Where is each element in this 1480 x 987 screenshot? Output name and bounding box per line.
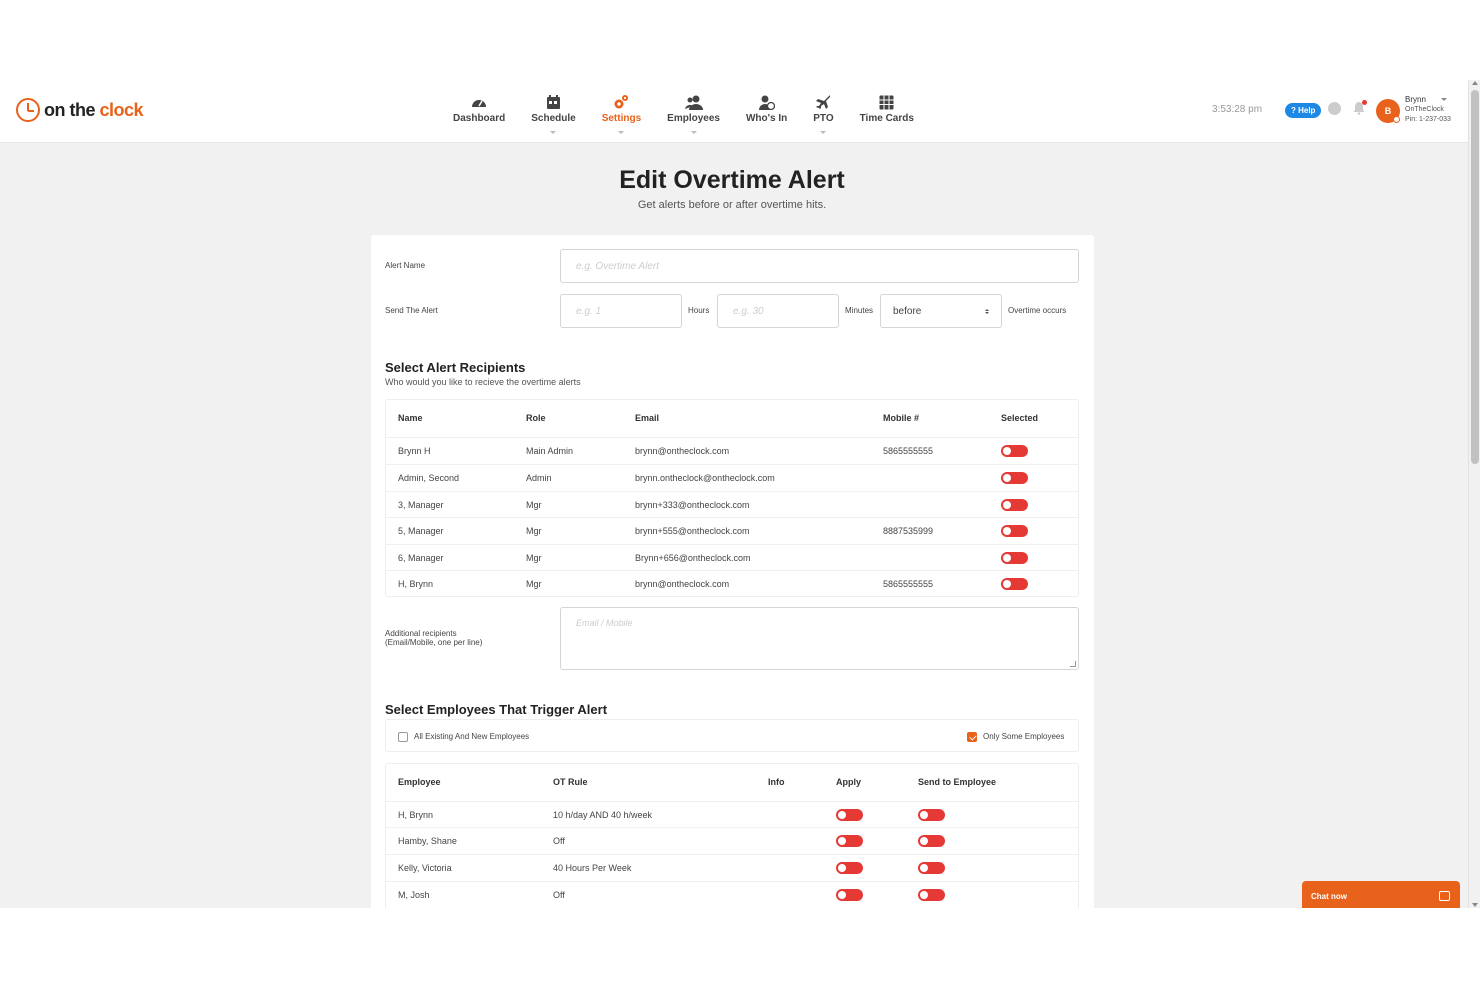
dropdown-caret-icon: [550, 131, 557, 134]
table-row: 5, Manager Mgr brynn+555@ontheclock.com …: [386, 517, 1078, 544]
col-name: Name: [398, 413, 423, 423]
nav-whos-in[interactable]: Who's In: [746, 94, 787, 124]
dropdown-caret-icon: [820, 131, 827, 134]
selected-toggle[interactable]: [1001, 499, 1028, 511]
col-mobile: Mobile #: [883, 413, 920, 423]
table-row: Kelly, Victoria 40 Hours Per Week: [386, 854, 1078, 881]
users-icon: [684, 94, 703, 110]
chat-now-button[interactable]: Chat now: [1302, 881, 1460, 908]
overtime-occurs-label: Overtime occurs: [1008, 306, 1067, 315]
send-to-employee-toggle[interactable]: [918, 889, 945, 901]
col-apply: Apply: [836, 777, 862, 787]
selected-toggle[interactable]: [1001, 578, 1028, 590]
apply-toggle[interactable]: [836, 862, 863, 874]
company-name: OnTheClock: [1405, 106, 1444, 113]
col-email: Email: [635, 413, 660, 423]
selected-toggle[interactable]: [1001, 445, 1028, 457]
help-button[interactable]: ? Help: [1285, 103, 1322, 118]
minutes-label: Minutes: [845, 306, 874, 315]
calendar-icon: [544, 94, 562, 110]
col-selected: Selected: [1001, 413, 1039, 423]
additional-recipients-label: Additional recipients (Email/Mobile, one…: [385, 629, 483, 647]
timing-select[interactable]: before: [880, 294, 1002, 328]
table-row: Admin, Second Admin brynn.ontheclock@ont…: [386, 464, 1078, 491]
nav-time-cards[interactable]: Time Cards: [860, 94, 914, 124]
status-dot-icon: [1393, 116, 1400, 123]
user-clock-icon: [758, 94, 776, 110]
recipients-title: Select Alert Recipients: [385, 360, 526, 375]
main-nav: Dashboard Schedule Settings Employees Wh…: [440, 94, 927, 134]
table-row: 6, Manager Mgr Brynn+656@ontheclock.com: [386, 544, 1078, 571]
page-title: Edit Overtime Alert: [619, 166, 845, 194]
user-pin: Pin: 1-237-033: [1405, 116, 1451, 123]
table-row: H, Brynn Mgr brynn@ontheclock.com 586555…: [386, 570, 1078, 597]
nav-pto[interactable]: PTO: [813, 94, 834, 134]
send-to-employee-toggle[interactable]: [918, 809, 945, 821]
all-employees-checkbox[interactable]: [398, 732, 408, 742]
apply-toggle[interactable]: [836, 889, 863, 901]
all-employees-label: All Existing And New Employees: [414, 732, 530, 741]
send-to-employee-toggle[interactable]: [918, 835, 945, 847]
send-alert-label: Send The Alert: [385, 306, 438, 315]
col-role: Role: [526, 413, 546, 423]
table-row: 3, Manager Mgr brynn+333@ontheclock.com: [386, 491, 1078, 518]
table-grid-icon: [878, 94, 896, 110]
gears-icon: [612, 94, 630, 110]
apply-toggle[interactable]: [836, 809, 863, 821]
select-arrows-icon: [985, 308, 989, 314]
chat-bubble-icon[interactable]: [1328, 102, 1341, 115]
page-subtitle: Get alerts before or after overtime hits…: [637, 199, 827, 211]
top-bar: on the clock Dashboard Schedule Settings…: [0, 80, 1468, 143]
recipients-subtitle: Who would you like to recieve the overti…: [385, 377, 581, 387]
alert-form-card: Alert Name e.g. Overtime Alert Send The …: [371, 235, 1094, 908]
table-row: M, Josh Off: [386, 881, 1078, 908]
minutes-input[interactable]: e.g. 30: [717, 294, 839, 328]
logo[interactable]: on the clock: [16, 98, 144, 122]
dashboard-gauge-icon: [470, 94, 488, 110]
dropdown-caret-icon: [618, 131, 625, 134]
chat-icon: [1439, 891, 1450, 901]
employee-scope-row: All Existing And New Employees Only Some…: [385, 719, 1079, 752]
nav-dashboard[interactable]: Dashboard: [453, 94, 505, 124]
apply-toggle[interactable]: [836, 835, 863, 847]
plane-icon: [814, 94, 832, 110]
selected-toggle[interactable]: [1001, 472, 1028, 484]
table-row: Hamby, Shane Off: [386, 827, 1078, 854]
hours-input[interactable]: e.g. 1: [560, 294, 682, 328]
clock-logo-icon: [16, 98, 40, 122]
alert-name-input[interactable]: e.g. Overtime Alert: [560, 249, 1079, 283]
notification-badge: [1362, 100, 1367, 105]
nav-settings[interactable]: Settings: [602, 94, 641, 134]
page-scrollbar[interactable]: [1468, 80, 1480, 908]
resize-handle-icon[interactable]: [1070, 661, 1076, 667]
col-info: Info: [768, 777, 785, 787]
selected-toggle[interactable]: [1001, 552, 1028, 564]
col-ot-rule: OT Rule: [553, 777, 588, 787]
some-employees-checkbox[interactable]: [967, 732, 977, 742]
send-to-employee-toggle[interactable]: [918, 862, 945, 874]
additional-recipients-textarea[interactable]: Email / Mobile: [560, 607, 1079, 670]
table-row: Brynn H Main Admin brynn@ontheclock.com …: [386, 437, 1078, 464]
nav-schedule[interactable]: Schedule: [531, 94, 576, 134]
col-send-to-employee: Send to Employee: [918, 777, 997, 787]
alert-name-label: Alert Name: [385, 261, 426, 270]
logo-text: on the clock: [44, 99, 144, 120]
dropdown-caret-icon: [690, 131, 697, 134]
scroll-up-arrow-icon[interactable]: [1472, 81, 1478, 85]
recipients-table: Name Role Email Mobile # Selected Brynn …: [385, 399, 1079, 597]
selected-toggle[interactable]: [1001, 525, 1028, 537]
employees-table: Employee OT Rule Info Apply Send to Empl…: [385, 763, 1079, 908]
scroll-down-arrow-icon[interactable]: [1472, 903, 1478, 907]
employees-title: Select Employees That Trigger Alert: [385, 702, 608, 717]
nav-employees[interactable]: Employees: [667, 94, 720, 134]
current-time: 3:53:28 pm: [1212, 104, 1263, 115]
scroll-thumb[interactable]: [1471, 90, 1479, 464]
hours-label: Hours: [688, 306, 710, 315]
col-employee: Employee: [398, 777, 441, 787]
app-window: on the clock Dashboard Schedule Settings…: [0, 80, 1480, 908]
chevron-down-icon[interactable]: [1441, 98, 1447, 101]
table-row: H, Brynn 10 h/day AND 40 h/week: [386, 801, 1078, 828]
some-employees-label: Only Some Employees: [983, 732, 1065, 741]
